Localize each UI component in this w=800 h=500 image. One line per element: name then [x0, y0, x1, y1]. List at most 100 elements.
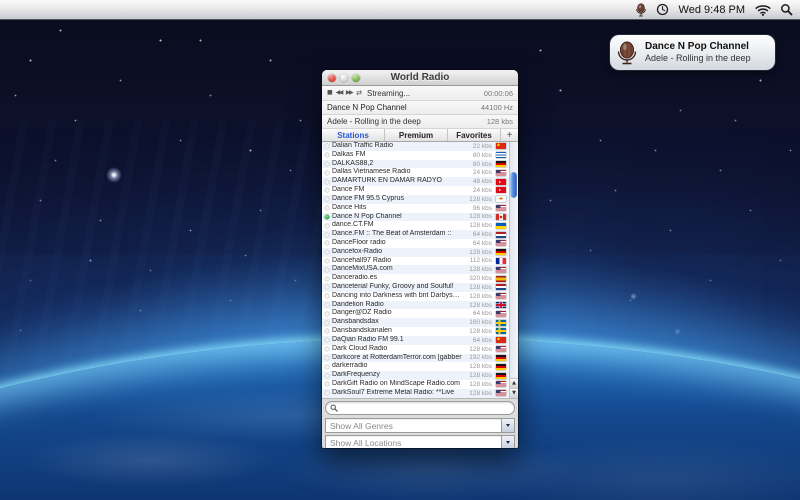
station-row[interactable]: Dalian Traffic Radio22 kbs [322, 142, 518, 151]
window-title-bar[interactable]: World Radio [322, 70, 518, 86]
station-row[interactable]: Dalkas FM80 kbs [322, 151, 518, 160]
scroll-down-button[interactable]: ▼ [509, 388, 518, 398]
clock-menu-icon[interactable] [656, 0, 669, 19]
close-button[interactable] [328, 74, 336, 82]
tab-favorites[interactable]: Favorites [448, 129, 501, 141]
station-row[interactable]: Dancehall97 Radio112 kbs [322, 257, 518, 266]
station-row[interactable]: DanceMixUSA.com128 kbs [322, 265, 518, 274]
location-filter-dropdown[interactable]: Show All Locations [325, 435, 515, 448]
tab-stations[interactable]: Stations [322, 129, 385, 141]
search-icon [330, 404, 338, 412]
station-bullet-icon [325, 277, 329, 281]
station-bitrate: 128 kbs [462, 346, 492, 353]
station-bullet-icon [325, 233, 329, 237]
scrollbar-track[interactable] [509, 142, 518, 378]
station-row[interactable]: DarkGift Radio on MindScape Radio.com128… [322, 380, 518, 389]
station-name: DaQian Radio FM 99.1 [332, 336, 462, 345]
window-title: World Radio [391, 72, 450, 83]
station-bitrate: 96 kbs [462, 205, 492, 212]
country-flag-icon-de [496, 161, 506, 167]
station-row[interactable]: Dance.FM :: The Beat of Amsterdam ::64 k… [322, 230, 518, 239]
genre-filter-dropdown[interactable]: Show All Genres [325, 418, 515, 433]
minimize-button[interactable] [340, 74, 348, 82]
station-bitrate: 128 kbs [462, 284, 492, 291]
station-row[interactable]: DaQian Radio FM 99.164 kbs [322, 336, 518, 345]
station-row[interactable]: DanceFloor radio64 kbs [322, 239, 518, 248]
station-row[interactable]: Dark Cloud Radio128 kbs [322, 345, 518, 354]
radio-mic-icon [616, 41, 638, 65]
station-row[interactable]: Dandelion Radio128 kbs [322, 301, 518, 310]
station-row[interactable]: Dallas Vietnamese Radio24 kbs [322, 168, 518, 177]
country-flag-icon-de [496, 373, 506, 379]
station-bitrate: 192 kbs [462, 354, 492, 361]
country-flag-icon-se [496, 320, 506, 326]
station-bitrate: 64 kbs [462, 231, 492, 238]
station-row[interactable]: Dansbandsdax160 kbs [322, 318, 518, 327]
station-row[interactable]: Danceteria! Funky, Groovy and Soulful!12… [322, 283, 518, 292]
station-row[interactable]: Darkcore at RotterdamTerror.com [gabber1… [322, 354, 518, 363]
station-bullet-icon [325, 321, 329, 325]
station-name: Dallas Vietnamese Radio [332, 168, 462, 177]
station-row[interactable]: dance.CT.FM128 kbs [322, 221, 518, 230]
station-bullet-icon [325, 241, 329, 245]
country-flag-icon-us [496, 381, 506, 387]
scroll-up-button[interactable]: ▲ [509, 378, 518, 388]
station-bitrate: 320 kbs [462, 275, 492, 282]
country-flag-icon-cy [496, 196, 506, 202]
next-button[interactable]: ▶▶ [346, 90, 352, 96]
country-flag-icon-de [496, 364, 506, 370]
spotlight-icon[interactable] [780, 0, 793, 19]
station-row[interactable]: DarkFrequenzy128 kbs [322, 371, 518, 380]
station-bitrate: 64 kbs [462, 310, 492, 317]
station-row[interactable]: Dance Hits96 kbs [322, 204, 518, 213]
station-bitrate: 64 kbs [462, 337, 492, 344]
station-bullet-icon [325, 250, 329, 254]
station-row[interactable]: DAMARTURK EN DAMAR RADYO48 kbs [322, 177, 518, 186]
previous-button[interactable]: ◀◀ [336, 90, 342, 96]
zoom-button[interactable] [352, 74, 360, 82]
station-bullet-icon [325, 338, 329, 342]
tab-premium[interactable]: Premium [385, 129, 448, 141]
genre-dropdown-button[interactable] [501, 419, 514, 432]
station-row[interactable]: DALKAS88,280 kbs [322, 160, 518, 169]
station-row[interactable]: Dancing into Darkness with brit Darbyshi… [322, 292, 518, 301]
station-search-field[interactable] [325, 401, 515, 415]
station-row[interactable]: Dance FM24 kbs [322, 186, 518, 195]
now-playing-notification[interactable]: Dance N Pop Channel Adele - Rolling in t… [610, 35, 775, 70]
station-row[interactable]: Dance FM 95.5 Cyprus128 kbs [322, 195, 518, 204]
station-bullet-icon [325, 268, 329, 272]
station-name: Dance FM [332, 186, 462, 195]
shuffle-button[interactable]: ⇄ [356, 90, 362, 96]
station-name: Dancefox-Radio [332, 248, 462, 257]
sample-rate: 44100 Hz [481, 103, 513, 112]
station-bitrate: 64 kbs [462, 240, 492, 247]
scrollbar-thumb[interactable] [510, 172, 517, 198]
notification-subtitle: Adele - Rolling in the deep [645, 53, 751, 64]
player-controls-row: ■ ◀◀ ▶▶ ⇄ Streaming... 00:00:06 [322, 86, 518, 101]
menu-bar-status-items: Wed 9:48 PM [635, 0, 800, 19]
station-row[interactable]: DarkSoul7 Extreme Metal Radio: **Live128… [322, 389, 518, 398]
station-bitrate: 128 kbs [462, 222, 492, 229]
station-row[interactable]: Danger@DZ Radio64 kbs [322, 309, 518, 318]
country-flag-icon-us [496, 170, 506, 176]
station-bullet-icon [325, 197, 329, 201]
wifi-icon[interactable] [755, 0, 771, 19]
station-row[interactable]: Dancefox-Radio128 kbs [322, 248, 518, 257]
notification-text: Dance N Pop Channel Adele - Rolling in t… [645, 41, 751, 64]
station-row[interactable]: darkerradio128 kbs [322, 362, 518, 371]
location-dropdown-button[interactable] [501, 436, 514, 448]
station-bullet-icon [325, 374, 329, 378]
add-station-button[interactable]: + [501, 129, 518, 141]
country-flag-icon-us [496, 346, 506, 352]
stop-button[interactable]: ■ [327, 90, 333, 96]
radio-app-menu-icon[interactable] [635, 0, 647, 19]
station-row[interactable]: Dansbandskanalen128 kbs [322, 327, 518, 336]
station-bitrate: 128 kbs [462, 390, 492, 397]
station-name: Darkcore at RotterdamTerror.com [gabber [332, 354, 462, 363]
station-row[interactable]: Dance N Pop Channel128 kbs [322, 213, 518, 222]
station-bitrate: 80 kbs [462, 161, 492, 168]
station-bitrate: 160 kbs [462, 319, 492, 326]
station-row[interactable]: Danceradio.es320 kbs [322, 274, 518, 283]
station-bitrate: 24 kbs [462, 187, 492, 194]
menu-bar-clock[interactable]: Wed 9:48 PM [678, 0, 746, 19]
